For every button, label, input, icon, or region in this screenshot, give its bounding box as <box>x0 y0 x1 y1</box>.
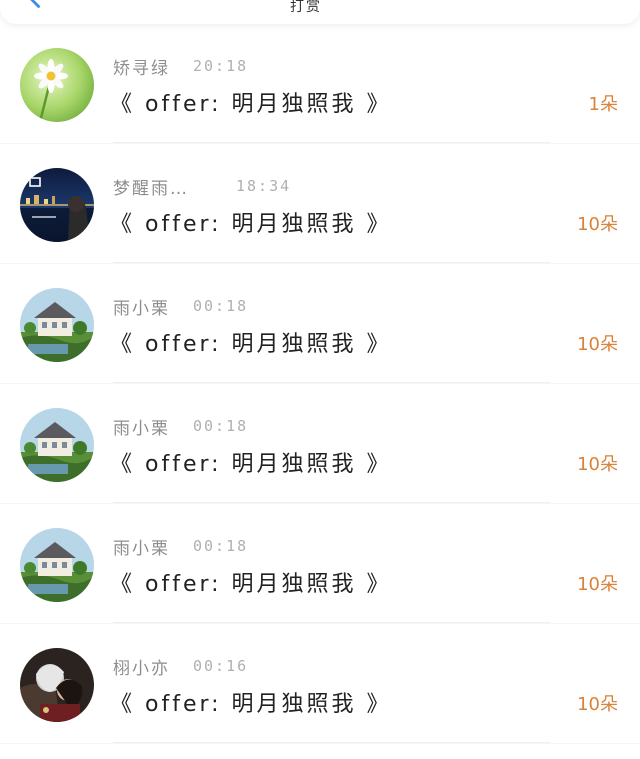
book-title: 《 offer: 明月独照我 》 <box>110 212 392 237</box>
sender-name: 矫寻绿 <box>113 59 170 79</box>
flower-avatar-icon <box>20 48 94 122</box>
sender-name: 雨小栗 <box>113 539 170 559</box>
book-title: 《 offer: 明月独照我 》 <box>110 572 392 597</box>
sender-name: 雨小栗 <box>113 299 170 319</box>
book-title: 《 offer: 明月独照我 》 <box>110 452 392 477</box>
divider <box>113 742 550 743</box>
list-item[interactable]: 雨小栗 00:18 《 offer: 明月独照我 》 10朵 <box>0 504 640 623</box>
sender-name: 梦醒雨… <box>113 179 189 199</box>
divider <box>113 622 550 623</box>
night-city-avatar-icon <box>20 168 94 242</box>
divider <box>113 502 550 503</box>
list-item[interactable]: 雨小栗 00:18 《 offer: 明月独照我 》 10朵 <box>0 384 640 503</box>
reward-count: 10朵 <box>577 574 618 595</box>
house-avatar-icon <box>20 408 94 482</box>
reward-time: 18:34 <box>236 177 292 195</box>
book-title: 《 offer: 明月独照我 》 <box>110 692 392 717</box>
divider <box>113 262 550 263</box>
avatar[interactable] <box>20 648 94 722</box>
divider <box>113 382 550 383</box>
reward-count: 10朵 <box>577 334 618 355</box>
reward-time: 00:18 <box>193 537 249 555</box>
avatar[interactable] <box>20 528 94 602</box>
couple-avatar-icon <box>20 648 94 722</box>
house-avatar-icon <box>20 288 94 362</box>
reward-time: 00:18 <box>193 417 249 435</box>
sender-name: 雨小栗 <box>113 419 170 439</box>
top-bar: 打赏 <box>0 0 640 24</box>
list-item[interactable]: 雨小栗 00:18 《 offer: 明月独照我 》 10朵 <box>0 264 640 383</box>
avatar[interactable] <box>20 408 94 482</box>
reward-time: 20:18 <box>193 57 249 75</box>
reward-time: 00:16 <box>193 657 249 675</box>
list-item[interactable]: 矫寻绿 20:18 《 offer: 明月独照我 》 1朵 <box>0 24 640 143</box>
reward-count: 10朵 <box>577 454 618 475</box>
page-title: 打赏 <box>290 0 322 15</box>
avatar[interactable] <box>20 48 94 122</box>
reward-count: 10朵 <box>577 214 618 235</box>
reward-count: 10朵 <box>577 694 618 715</box>
avatar[interactable] <box>20 288 94 362</box>
divider <box>113 142 550 143</box>
book-title: 《 offer: 明月独照我 》 <box>110 92 392 117</box>
sender-name: 栩小亦 <box>113 659 170 679</box>
reward-count: 1朵 <box>588 94 618 115</box>
reward-time: 00:18 <box>193 297 249 315</box>
list-item[interactable]: 栩小亦 00:16 《 offer: 明月独照我 》 10朵 <box>0 624 640 743</box>
house-avatar-icon <box>20 528 94 602</box>
reward-list: 矫寻绿 20:18 《 offer: 明月独照我 》 1朵 梦醒雨… 18:34… <box>0 24 640 744</box>
list-item[interactable]: 梦醒雨… 18:34 《 offer: 明月独照我 》 10朵 <box>0 144 640 263</box>
avatar[interactable] <box>20 168 94 242</box>
back-arrow-icon[interactable] <box>26 0 51 9</box>
book-title: 《 offer: 明月独照我 》 <box>110 332 392 357</box>
